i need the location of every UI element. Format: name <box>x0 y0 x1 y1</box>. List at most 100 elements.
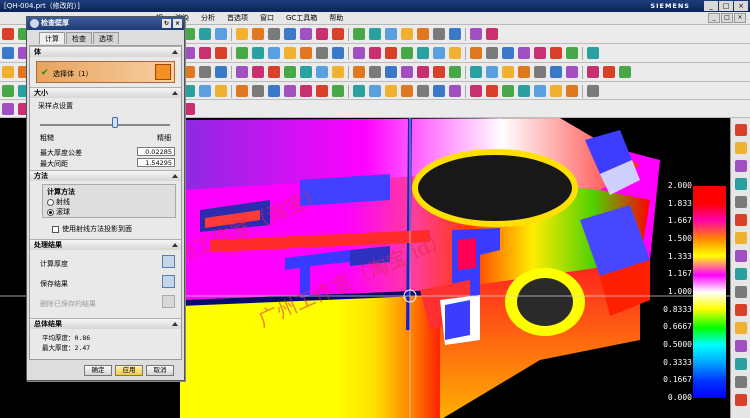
toolbar-tool-icon[interactable] <box>566 47 578 59</box>
resource-bar-icon[interactable] <box>734 232 747 244</box>
toolbar-tool-icon[interactable] <box>268 28 280 40</box>
toolbar-tool-icon[interactable] <box>353 85 365 97</box>
toolbar-tool-icon[interactable] <box>215 66 227 78</box>
menu-window[interactable]: 窗口 <box>254 13 280 23</box>
resource-bar-icon[interactable] <box>734 196 747 208</box>
resource-bar-icon[interactable] <box>734 178 747 190</box>
menu-gc-toolbox[interactable]: GC工具箱 <box>280 13 323 23</box>
toolbar-tool-icon[interactable] <box>470 28 482 40</box>
tab-compute[interactable]: 计算 <box>39 32 65 44</box>
toolbar-tool-icon[interactable] <box>268 85 280 97</box>
use-normal-checkbox[interactable]: 使用射线方法投影到面 <box>52 224 132 234</box>
toolbar-tool-icon[interactable] <box>619 66 631 78</box>
toolbar-tool-icon[interactable] <box>566 85 578 97</box>
toolbar-tool-icon[interactable] <box>215 28 227 40</box>
toolbar-tool-icon[interactable] <box>433 28 445 40</box>
toolbar-tool-icon[interactable] <box>385 28 397 40</box>
toolbar-tool-icon[interactable] <box>316 66 328 78</box>
apply-button[interactable]: 应用 <box>115 365 143 376</box>
calc-thickness-icon[interactable] <box>162 255 175 268</box>
toolbar-tool-icon[interactable] <box>284 47 296 59</box>
toolbar-tool-icon[interactable] <box>518 66 530 78</box>
toolbar-tool-icon[interactable] <box>252 85 264 97</box>
toolbar-tool-icon[interactable] <box>603 66 615 78</box>
toolbar-tool-icon[interactable] <box>284 85 296 97</box>
resource-bar-icon[interactable] <box>734 214 747 226</box>
max-gap-field[interactable]: 1.54295 <box>137 158 175 167</box>
doc-close-button[interactable]: × <box>734 13 746 23</box>
toolbar-tool-icon[interactable] <box>252 28 264 40</box>
toolbar-tool-icon[interactable] <box>433 85 445 97</box>
toolbar-tool-icon[interactable] <box>199 28 211 40</box>
toolbar-tool-icon[interactable] <box>353 66 365 78</box>
toolbar-tool-icon[interactable] <box>2 103 14 115</box>
toolbar-tool-icon[interactable] <box>502 85 514 97</box>
toolbar-tool-icon[interactable] <box>369 66 381 78</box>
toolbar-tool-icon[interactable] <box>417 28 429 40</box>
toolbar-tool-icon[interactable] <box>417 85 429 97</box>
ok-button[interactable]: 确定 <box>84 365 112 376</box>
toolbar-tool-icon[interactable] <box>353 28 365 40</box>
menu-analysis[interactable]: 分析 <box>195 13 221 23</box>
toolbar-tool-icon[interactable] <box>353 47 365 59</box>
radio-rolling-ball[interactable]: 滚球 <box>47 207 70 217</box>
toolbar-tool-icon[interactable] <box>401 47 413 59</box>
resource-bar-icon[interactable] <box>734 124 747 136</box>
toolbar-tool-icon[interactable] <box>252 47 264 59</box>
toolbar-tool-icon[interactable] <box>417 47 429 59</box>
toolbar-tool-icon[interactable] <box>534 66 546 78</box>
resource-bar-icon[interactable] <box>734 340 747 352</box>
toolbar-tool-icon[interactable] <box>284 66 296 78</box>
toolbar-tool-icon[interactable] <box>252 66 264 78</box>
solid-body-icon[interactable] <box>155 64 171 80</box>
toolbar-tool-icon[interactable] <box>587 85 599 97</box>
tab-check[interactable]: 检查 <box>66 32 92 44</box>
tab-options[interactable]: 选项 <box>93 32 119 44</box>
close-button[interactable]: × <box>734 1 748 11</box>
toolbar-tool-icon[interactable] <box>369 85 381 97</box>
toolbar-tool-icon[interactable] <box>550 47 562 59</box>
toolbar-tool-icon[interactable] <box>300 66 312 78</box>
toolbar-tool-icon[interactable] <box>587 47 599 59</box>
toolbar-tool-icon[interactable] <box>518 85 530 97</box>
select-body-row[interactable]: ✔ 选择体（1） <box>36 61 175 83</box>
toolbar-tool-icon[interactable] <box>236 66 248 78</box>
minimize-button[interactable]: _ <box>704 1 718 11</box>
toolbar-tool-icon[interactable] <box>300 28 312 40</box>
toolbar-tool-icon[interactable] <box>518 47 530 59</box>
resource-bar-icon[interactable] <box>734 358 747 370</box>
toolbar-tool-icon[interactable] <box>433 66 445 78</box>
toolbar-tool-icon[interactable] <box>316 85 328 97</box>
toolbar-tool-icon[interactable] <box>417 66 429 78</box>
doc-minimize-button[interactable]: _ <box>708 13 720 23</box>
toolbar-tool-icon[interactable] <box>502 47 514 59</box>
toolbar-tool-icon[interactable] <box>486 66 498 78</box>
section-method[interactable]: 方法 <box>30 170 181 181</box>
toolbar-tool-icon[interactable] <box>486 47 498 59</box>
toolbar-tool-icon[interactable] <box>587 66 599 78</box>
toolbar-tool-icon[interactable] <box>2 66 14 78</box>
resource-bar-icon[interactable] <box>734 142 747 154</box>
toolbar-tool-icon[interactable] <box>449 66 461 78</box>
radio-ray[interactable]: 射线 <box>47 197 70 207</box>
toolbar-tool-icon[interactable] <box>385 47 397 59</box>
toolbar-tool-icon[interactable] <box>2 47 14 59</box>
toolbar-tool-icon[interactable] <box>550 66 562 78</box>
menu-help[interactable]: 帮助 <box>323 13 349 23</box>
toolbar-tool-icon[interactable] <box>385 66 397 78</box>
max-tolerance-field[interactable]: 0.02285 <box>137 147 175 156</box>
toolbar-tool-icon[interactable] <box>199 47 211 59</box>
resource-bar-icon[interactable] <box>734 250 747 262</box>
toolbar-tool-icon[interactable] <box>486 28 498 40</box>
toolbar-tool-icon[interactable] <box>566 66 578 78</box>
toolbar-tool-icon[interactable] <box>369 47 381 59</box>
sample-slider-thumb[interactable] <box>112 117 119 128</box>
toolbar-tool-icon[interactable] <box>300 47 312 59</box>
toolbar-tool-icon[interactable] <box>534 85 546 97</box>
resource-bar-icon[interactable] <box>734 268 747 280</box>
resource-bar-icon[interactable] <box>734 322 747 334</box>
section-body[interactable]: 体 <box>30 46 181 57</box>
toolbar-tool-icon[interactable] <box>316 47 328 59</box>
toolbar-tool-icon[interactable] <box>2 28 14 40</box>
toolbar-tool-icon[interactable] <box>284 28 296 40</box>
